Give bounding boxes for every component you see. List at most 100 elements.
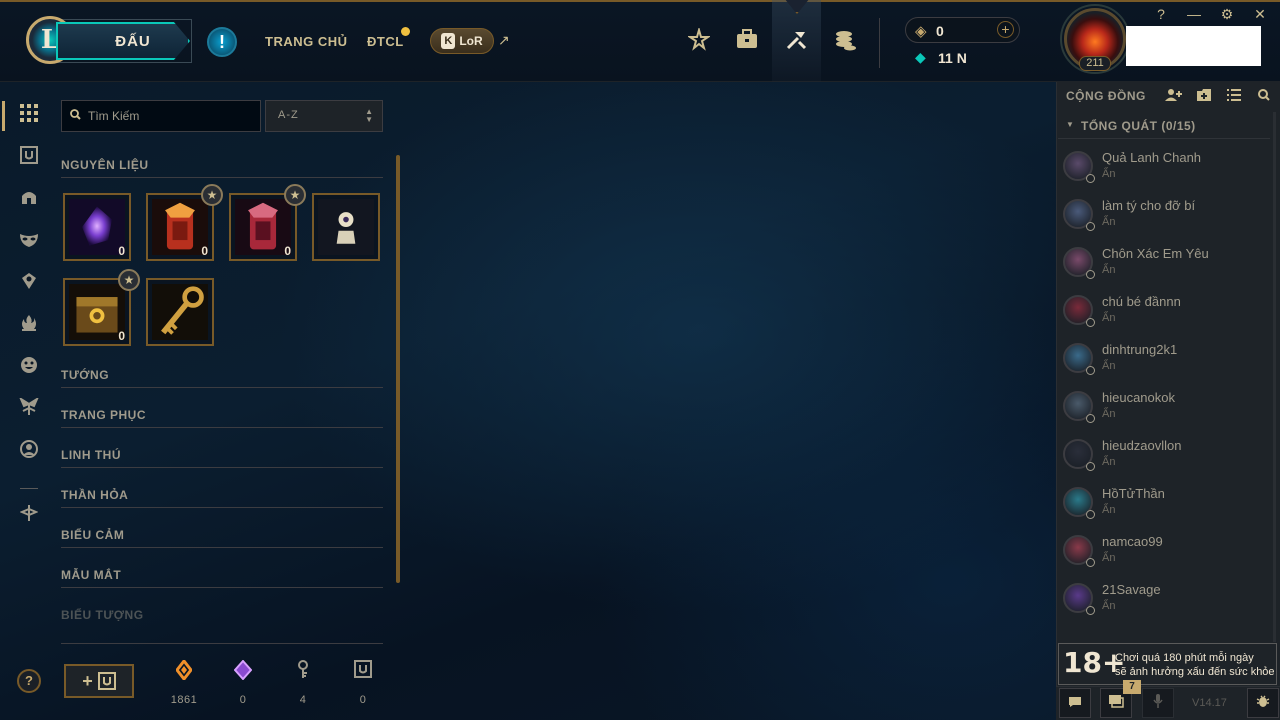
friend-name: Chôn Xác Em Yêu xyxy=(1102,246,1209,261)
play-button[interactable]: ĐẤU xyxy=(56,22,190,60)
level-badge: 211 xyxy=(1079,56,1111,71)
friend-status: Ẩn xyxy=(1102,552,1116,564)
friend-group-header[interactable]: ▼ TỔNG QUÁT (0/15) xyxy=(1058,113,1270,139)
message-count-badge: 7 xyxy=(1123,680,1141,694)
loot-scrollbar[interactable] xyxy=(396,155,400,583)
chest-icon xyxy=(343,660,383,684)
friend-status: Ẩn xyxy=(1102,456,1116,468)
social-title: CỘNG ĐỒNG xyxy=(1066,89,1146,103)
friend-row[interactable]: 21Savage Ẩn xyxy=(1058,582,1270,630)
mythic-essence-value: 0 xyxy=(239,694,247,706)
social-scrollbar[interactable] xyxy=(1273,112,1276,642)
social-search-icon[interactable] xyxy=(1255,88,1273,104)
friend-row[interactable]: hieudzaovllon Ẩn xyxy=(1058,438,1270,486)
category-divider xyxy=(61,547,383,548)
category-materials[interactable]: NGUYÊN LIỆU xyxy=(61,158,149,172)
list-view-icon[interactable] xyxy=(1225,88,1243,104)
friend-row[interactable]: namcao99 Ẩn xyxy=(1058,534,1270,582)
add-folder-icon[interactable] xyxy=(1195,88,1213,105)
champion-helmet-icon[interactable] xyxy=(17,188,41,212)
blue-essence-icon: ◆ xyxy=(915,49,926,65)
lor-icon: K xyxy=(441,33,456,49)
nav-tft[interactable]: ĐTCL xyxy=(367,34,404,49)
category-icons[interactable]: BIỂU TƯỢNG xyxy=(61,608,144,622)
friend-row[interactable]: Chôn Xác Em Yêu Ẩn xyxy=(1058,246,1270,294)
close-icon[interactable]: ✕ xyxy=(1251,6,1269,23)
loot-search[interactable] xyxy=(61,100,261,132)
chest-value: 0 xyxy=(359,694,367,706)
nav-home[interactable]: TRANG CHỦ xyxy=(265,34,348,49)
tft-icon[interactable] xyxy=(17,504,41,528)
loot-icon[interactable] xyxy=(783,28,811,56)
friend-row[interactable]: dinhtrung2k1 Ẩn xyxy=(1058,342,1270,390)
orange-essence-value: 1861 xyxy=(170,694,198,706)
craft-key-button[interactable]: + xyxy=(64,664,134,698)
chest-counter: 0 xyxy=(343,660,383,706)
friend-status: Ẩn xyxy=(1102,360,1116,372)
category-divider xyxy=(61,177,383,178)
category-divider xyxy=(61,387,383,388)
help-button[interactable]: ? xyxy=(17,669,41,693)
buy-rp-button[interactable]: + xyxy=(997,21,1014,38)
store-icon[interactable] xyxy=(832,28,860,56)
ward-icon[interactable] xyxy=(17,272,41,296)
lor-label: LoR xyxy=(459,34,483,48)
friend-row[interactable]: Quả Lanh Chanh Ẩn xyxy=(1058,150,1270,198)
help-icon[interactable]: ? xyxy=(1152,6,1170,22)
offline-status-icon xyxy=(1086,558,1095,567)
key-fragment-icon xyxy=(283,660,323,684)
friend-status: Ẩn xyxy=(1102,504,1116,516)
notification-dot xyxy=(401,27,410,36)
loot-count: 0 xyxy=(118,329,125,343)
profile-icon[interactable] xyxy=(17,440,41,464)
alert-icon[interactable]: ! xyxy=(207,27,237,57)
loot-count: 0 xyxy=(284,244,291,258)
loot-tile-key[interactable] xyxy=(146,278,214,346)
emote-icon[interactable] xyxy=(17,356,41,380)
category-eternals[interactable]: THẦN HỎA xyxy=(61,488,128,502)
friend-name: 21Savage xyxy=(1102,582,1161,597)
friend-row[interactable]: làm tý cho đỡ bí Ẩn xyxy=(1058,198,1270,246)
career-icon[interactable] xyxy=(685,26,713,56)
eternals-icon[interactable] xyxy=(17,396,41,422)
category-skins[interactable]: TRANG PHỤC xyxy=(61,408,146,422)
friend-name: Quả Lanh Chanh xyxy=(1102,150,1202,165)
minimize-icon[interactable]: — xyxy=(1185,6,1203,22)
friend-row[interactable]: hieucanokok Ẩn xyxy=(1058,390,1270,438)
voice-icon[interactable] xyxy=(1142,688,1174,718)
category-divider xyxy=(61,427,383,428)
friend-status: Ẩn xyxy=(1102,168,1116,180)
chat-icon[interactable] xyxy=(1059,688,1091,718)
rp-value: 0 xyxy=(936,23,944,39)
search-input[interactable] xyxy=(88,109,248,123)
category-champions[interactable]: TƯỚNG xyxy=(61,368,109,382)
friend-name: hieudzaovllon xyxy=(1102,438,1182,453)
loot-count: 0 xyxy=(118,244,125,258)
blue-essence-value: 11 N xyxy=(938,50,967,66)
loot-tile-orb[interactable]: 0 xyxy=(63,193,131,261)
category-pets[interactable]: LINH THÚ xyxy=(61,448,121,462)
add-friend-icon[interactable] xyxy=(1165,88,1183,105)
offline-status-icon xyxy=(1086,174,1095,183)
friend-row[interactable]: chú bé đầnnn Ẩn xyxy=(1058,294,1270,342)
chest-icon xyxy=(97,672,116,690)
sort-select[interactable]: A-Z ▲ ▼ xyxy=(265,100,383,132)
grid-icon[interactable] xyxy=(17,104,41,128)
inventory-icon[interactable] xyxy=(733,28,761,56)
loot-tile-token[interactable] xyxy=(312,193,380,261)
friend-name: dinhtrung2k1 xyxy=(1102,342,1178,357)
mask-icon[interactable] xyxy=(17,230,41,254)
client-version: V14.17 xyxy=(1192,697,1227,709)
search-icon xyxy=(70,109,81,123)
friend-row[interactable]: HồTửThần Ẩn xyxy=(1058,486,1270,534)
settings-icon[interactable]: ⚙ xyxy=(1218,6,1236,23)
fire-icon[interactable] xyxy=(17,314,41,338)
chest-icon[interactable] xyxy=(17,146,41,170)
lor-button[interactable]: K LoR xyxy=(430,28,494,54)
loot-bottom-divider xyxy=(61,643,383,644)
category-emotes[interactable]: BIỂU CẢM xyxy=(61,528,124,542)
offline-status-icon xyxy=(1086,606,1095,615)
bug-report-icon[interactable] xyxy=(1247,688,1279,718)
category-ward-skins[interactable]: MẪU MẮT xyxy=(61,568,121,582)
key-fragment-counter: 4 xyxy=(283,660,323,706)
